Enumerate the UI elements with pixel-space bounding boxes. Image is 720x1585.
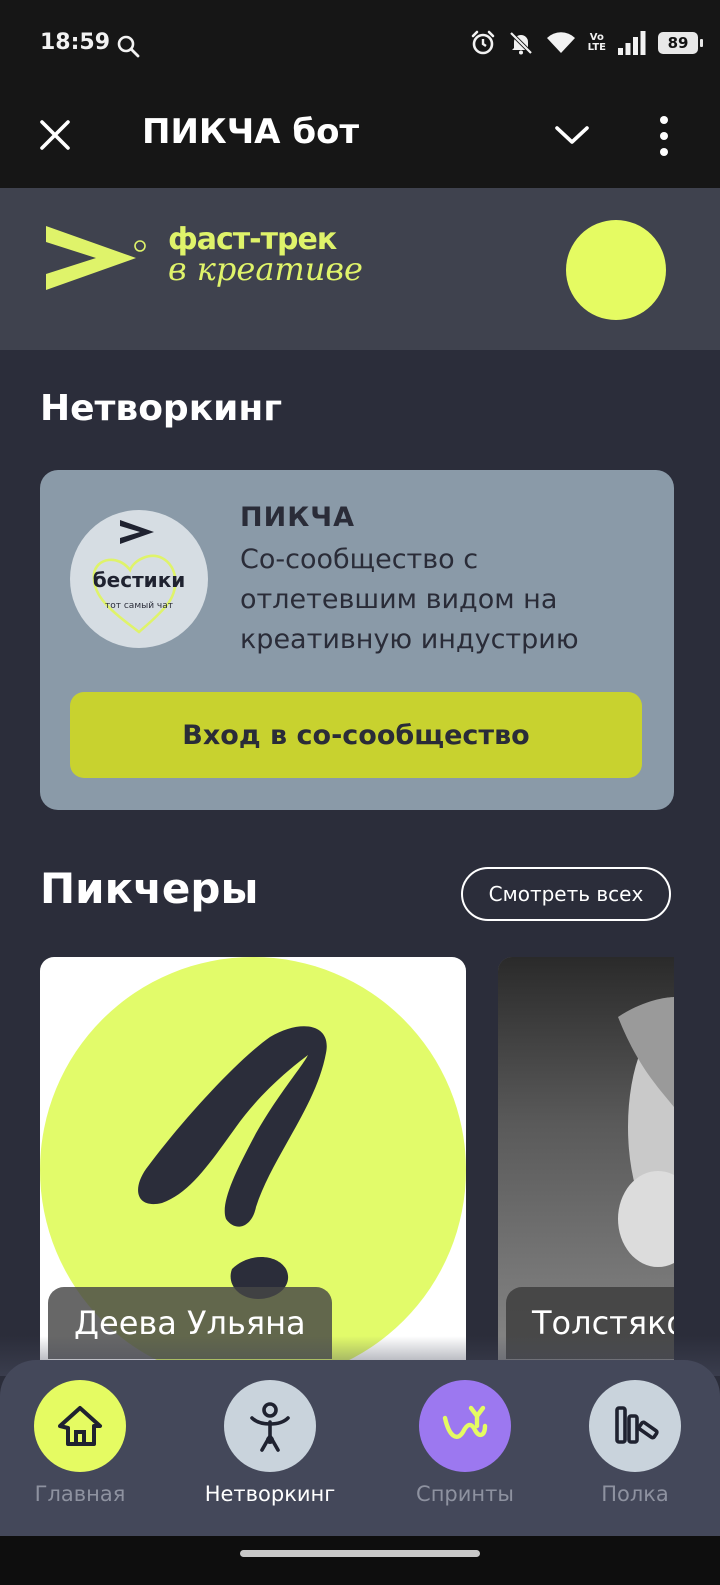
community-name: ПИКЧА	[240, 502, 355, 533]
bell-off-icon	[509, 31, 533, 55]
shelf-icon	[589, 1380, 681, 1472]
home-icon	[34, 1380, 126, 1472]
community-badge: бестики тот самый чат	[70, 510, 208, 648]
app-title: ПИКЧА бот	[142, 112, 360, 152]
brand-header: фаст-трек в креативе	[0, 188, 720, 350]
system-gesture-area	[0, 1536, 720, 1585]
nav-item-sprints[interactable]: Спринты	[385, 1380, 545, 1520]
search-icon	[117, 35, 140, 58]
volte-indicator: Vo LTE	[587, 32, 606, 53]
battery-icon: 89	[658, 32, 703, 54]
networking-icon	[224, 1380, 316, 1472]
more-vertical-icon[interactable]	[652, 114, 676, 158]
nav-item-networking[interactable]: Нетворкинг	[190, 1380, 350, 1520]
status-time: 18:59	[40, 30, 111, 55]
picker-card[interactable]: Толстяко	[498, 957, 674, 1377]
chevron-down-icon[interactable]	[554, 122, 590, 148]
picker-card[interactable]: Деева Ульяна	[40, 957, 466, 1377]
sprints-icon	[419, 1380, 511, 1472]
join-community-button[interactable]: Вход в со-сообщество	[70, 692, 642, 778]
nav-label: Спринты	[416, 1482, 514, 1506]
nav-item-home[interactable]: Главная	[0, 1380, 160, 1520]
status-bar: 18:59 Vo LTE 89	[0, 0, 720, 92]
wifi-icon	[546, 32, 575, 53]
alarm-icon	[471, 30, 494, 55]
community-card: бестики тот самый чат ПИКЧА Со-сообществ…	[40, 470, 674, 810]
nav-label: Главная	[34, 1482, 126, 1506]
pickers-title: Пикчеры	[40, 864, 259, 913]
signal-icon	[618, 31, 646, 55]
nav-item-shelf[interactable]: Полка	[555, 1380, 715, 1520]
badge-title: бестики	[92, 568, 186, 592]
nav-label: Полка	[601, 1482, 669, 1506]
close-icon[interactable]	[38, 118, 72, 152]
home-gesture-bar[interactable]	[240, 1550, 480, 1557]
networking-title: Нетворкинг	[40, 388, 283, 429]
status-icons: Vo LTE 89	[470, 30, 703, 56]
brand-subtitle: в креативе	[168, 250, 363, 288]
bottom-nav: Главная Нетворкинг Спринты Полка	[0, 1360, 720, 1536]
nav-label: Нетворкинг	[204, 1482, 336, 1506]
badge-subtitle: тот самый чат	[105, 601, 173, 611]
user-avatar[interactable]	[566, 220, 666, 320]
community-description: Со-сообщество с отлетевшим видом на креа…	[240, 544, 579, 655]
see-all-button[interactable]: Смотреть всех	[461, 867, 671, 921]
app-bar: ПИКЧА бот	[0, 92, 720, 188]
